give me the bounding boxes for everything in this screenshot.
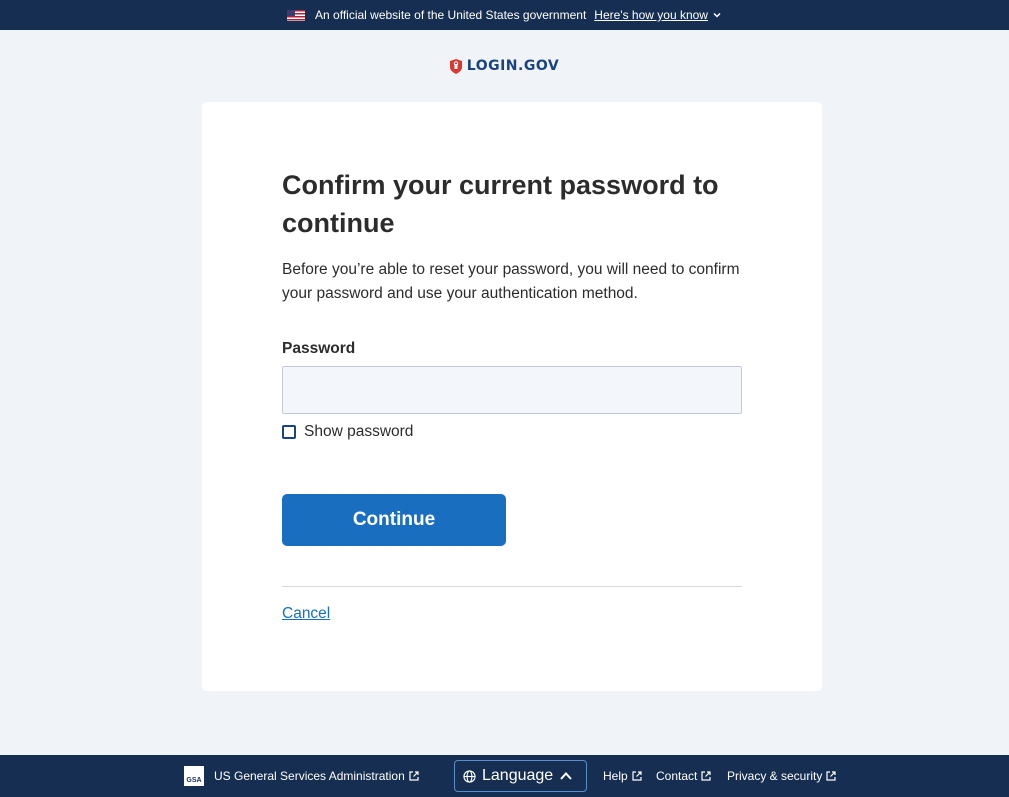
- page-title: Confirm your current password to continu…: [282, 170, 719, 238]
- chevron-down-icon: [713, 12, 721, 18]
- language-button[interactable]: Language: [454, 760, 587, 792]
- privacy-security-link[interactable]: Privacy & security: [727, 755, 836, 797]
- external-link-icon: [632, 771, 642, 781]
- main-card: Confirm your current password to continu…: [202, 102, 822, 691]
- gsa-logo-icon: GSA: [184, 766, 204, 786]
- help-link[interactable]: Help: [603, 755, 642, 797]
- heres-how-you-know-label: Here's how you know: [594, 8, 708, 22]
- banner-text: An official website of the United States…: [315, 8, 587, 22]
- shield-icon: [449, 58, 462, 74]
- us-flag-icon: [287, 9, 306, 21]
- footer: GSA US General Services Administration L…: [0, 755, 1009, 797]
- password-input[interactable]: [282, 366, 742, 414]
- show-password-checkbox[interactable]: [282, 425, 296, 439]
- continue-button[interactable]: Continue: [282, 494, 506, 546]
- gov-banner: An official website of the United States…: [0, 0, 1009, 30]
- language-label: Language: [482, 767, 554, 784]
- show-password-toggle[interactable]: Show password: [282, 423, 413, 441]
- gsa-link[interactable]: GSA US General Services Administration: [184, 755, 419, 797]
- chevron-up-icon: [560, 772, 572, 780]
- gsa-label: US General Services Administration: [214, 769, 405, 783]
- page-description: Before you’re able to reset your passwor…: [282, 261, 740, 302]
- contact-label: Contact: [656, 769, 698, 783]
- password-label: Password: [282, 340, 356, 357]
- external-link-icon: [409, 771, 419, 781]
- contact-link[interactable]: Contact: [656, 755, 711, 797]
- heres-how-you-know-link[interactable]: Here's how you know: [594, 8, 722, 22]
- external-link-icon: [701, 771, 711, 781]
- privacy-label: Privacy & security: [727, 769, 823, 783]
- external-link-icon: [826, 771, 836, 781]
- logo-text: LOGIN.GOV: [466, 58, 560, 74]
- help-label: Help: [603, 769, 628, 783]
- login-gov-logo[interactable]: LOGIN.GOV: [0, 58, 1009, 74]
- globe-icon: [463, 769, 476, 783]
- show-password-label: Show password: [304, 423, 414, 440]
- divider: [282, 586, 742, 587]
- cancel-link[interactable]: Cancel: [282, 605, 330, 623]
